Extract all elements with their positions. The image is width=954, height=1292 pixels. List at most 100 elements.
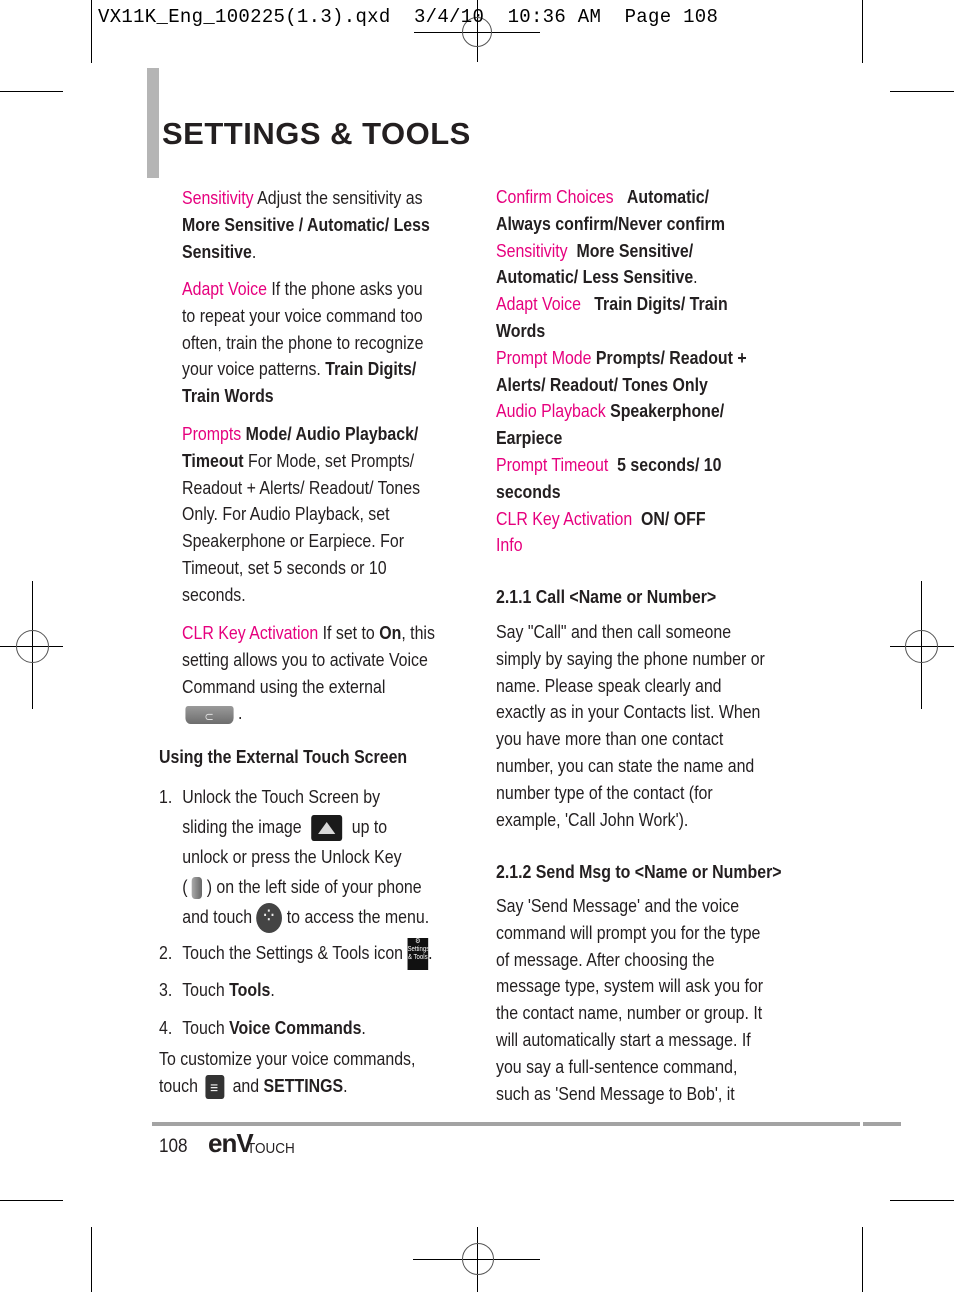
title-accent-bar — [147, 68, 159, 178]
text: Only. For Audio Playback, set — [182, 503, 390, 525]
text-line: you have more than one contact — [496, 728, 724, 750]
step-1: 1. Unlock the Touch Screen by sliding the… — [159, 782, 429, 934]
option-term: Sensitivity — [496, 239, 568, 261]
crop-mark-bottom-right-h — [890, 1200, 954, 1201]
text-line: exactly as in your Contacts list. When — [496, 701, 761, 723]
text: Command using the external — [182, 675, 386, 697]
text: Readout + Alerts/ Readout/ Tones — [182, 476, 421, 498]
text: touch — [159, 1074, 198, 1096]
option-value: Words — [496, 319, 546, 341]
text-line: Say 'Send Message' and the voice — [496, 895, 740, 916]
bold-text: Train Digits/ — [325, 358, 417, 380]
bold-text: Timeout — [182, 449, 244, 471]
option-term: Audio Playback — [496, 400, 606, 422]
text: , this — [401, 622, 435, 643]
step-3: 3. Touch Tools. — [159, 977, 275, 1004]
text: Unlock the Touch Screen by — [182, 786, 381, 807]
clr-key-paragraph: CLR Key Activation If set to On, this se… — [182, 620, 435, 730]
registration-mark-bottom-circle — [462, 1243, 494, 1275]
option-value: Always confirm/Never confirm — [496, 212, 726, 234]
text: Touch the Settings & Tools icon — [182, 941, 404, 963]
option-term: Confirm Choices — [496, 186, 614, 207]
text: to repeat your voice command too — [182, 304, 423, 326]
brand-logo-sub: TOUCH — [247, 1140, 295, 1157]
customize-paragraph: To customize your voice commands, touch … — [159, 1046, 416, 1103]
menu-icon — [256, 901, 283, 934]
crop-mark-top-left-h — [0, 91, 63, 92]
text: . — [343, 1074, 348, 1096]
text: sliding the image — [182, 816, 302, 837]
step-4: 4. Touch Voice Commands. — [159, 1015, 366, 1042]
unlock-slider-icon — [311, 815, 343, 842]
option-value: More Sensitive/ — [576, 239, 694, 261]
adapt-voice-paragraph: Adapt Voice If the phone asks you to rep… — [182, 276, 423, 410]
text-line: number type of the contact (for — [496, 781, 713, 803]
option-adapt-voice: Adapt Voice Train Digits/ Train Words — [496, 291, 747, 345]
option-value: Automatic/ Less Sensitive — [496, 266, 694, 288]
bold-text: Mode/ Audio Playback/ — [241, 423, 419, 444]
unlock-key-icon — [191, 877, 203, 900]
option-value: 5 seconds/ 10 — [617, 453, 722, 475]
option-value: Earpiece — [496, 427, 563, 449]
crop-mark-top-right-h — [890, 91, 954, 92]
text: seconds. — [182, 583, 246, 605]
option-confirm-choices: Confirm Choices Automatic/ Always confir… — [496, 184, 747, 238]
text: and — [232, 1074, 264, 1096]
bold-text: More Sensitive / Automatic/ Less — [182, 213, 430, 235]
option-prompt-mode: Prompt Mode Prompts/ Readout + Alerts/ R… — [496, 345, 747, 399]
text: ( — [182, 876, 188, 897]
text: . — [251, 240, 257, 262]
sensitivity-paragraph: Sensitivity Adjust the sensitivity as Mo… — [182, 185, 430, 265]
section-heading-2-1-2: 2.1.2 Send Msg to <Name or Number> — [496, 861, 782, 882]
option-value: Alerts/ Readout/ Tones Only — [496, 373, 708, 395]
step-2: 2. Touch the Settings & Tools icon ⚙ Setti… — [159, 938, 433, 970]
text: To customize your voice commands, — [159, 1048, 416, 1069]
prompts-paragraph: Prompts Mode/ Audio Playback/ Timeout Fo… — [182, 421, 420, 609]
term-adapt-voice: Adapt Voice — [182, 278, 267, 299]
step-number: 3. — [159, 979, 173, 1000]
option-term: Prompt Timeout — [496, 453, 609, 475]
text: . — [270, 979, 275, 1000]
section-heading-external-touch-screen: Using the External Touch Screen — [159, 746, 408, 767]
term-prompts: Prompts — [182, 423, 242, 444]
bold-text: Train Words — [182, 385, 274, 407]
crop-mark-top-right-v — [862, 0, 863, 63]
text: your voice patterns. — [182, 358, 326, 380]
voice-options-list: Confirm Choices Automatic/ Always confir… — [496, 184, 747, 559]
footer-rule-end — [863, 1122, 901, 1126]
text: up to — [351, 816, 388, 837]
text: If the phone asks you — [266, 278, 423, 299]
bold-text: Tools — [229, 979, 271, 1000]
step-number: 2. — [159, 941, 173, 963]
crop-mark-top-left-v — [91, 0, 92, 63]
step-number: 4. — [159, 1017, 173, 1038]
page-number: 108 — [159, 1136, 188, 1157]
text: ) on the left side of your phone — [206, 876, 422, 897]
option-audio-playback: Audio Playback Speakerphone/ Earpiece — [496, 398, 747, 452]
text: . — [693, 266, 698, 288]
text: unlock or press the Unlock Key — [182, 846, 402, 867]
term-sensitivity: Sensitivity — [182, 187, 254, 208]
text-line: the contact name, number or group. It — [496, 1002, 763, 1024]
text: For Mode, set Prompts/ — [243, 449, 415, 471]
option-value: Speakerphone/ — [610, 400, 725, 422]
text-line: example, 'Call John Work'). — [496, 808, 689, 830]
text: Timeout, set 5 seconds or 10 — [182, 556, 387, 578]
text-line: of message. After choosing the — [496, 948, 715, 970]
options-menu-icon — [205, 1074, 225, 1103]
text: setting allows you to activate Voice — [182, 648, 428, 670]
section-heading-2-1-1: 2.1.1 Call <Name or Number> — [496, 586, 717, 607]
option-value: Automatic/ — [626, 186, 710, 207]
text-line: message type, system will ask you for — [496, 975, 764, 997]
bold-text: SETTINGS — [263, 1074, 344, 1096]
text-line: command will prompt you for the type — [496, 921, 761, 943]
text: If set to — [318, 622, 380, 643]
footer-rule — [152, 1122, 860, 1126]
text: Touch — [182, 979, 230, 1000]
option-term: Prompt Mode — [496, 346, 592, 368]
bold-text: Sensitive — [182, 240, 252, 262]
text-line: will automatically start a message. If — [496, 1028, 751, 1050]
bold-text: Voice Commands — [229, 1017, 362, 1038]
settings-tools-icon: ⚙ Settings & Tools — [407, 938, 429, 970]
print-slug-line: VX11K_Eng_100225(1.3).qxd 3/4/10 10:36 A… — [98, 6, 719, 28]
